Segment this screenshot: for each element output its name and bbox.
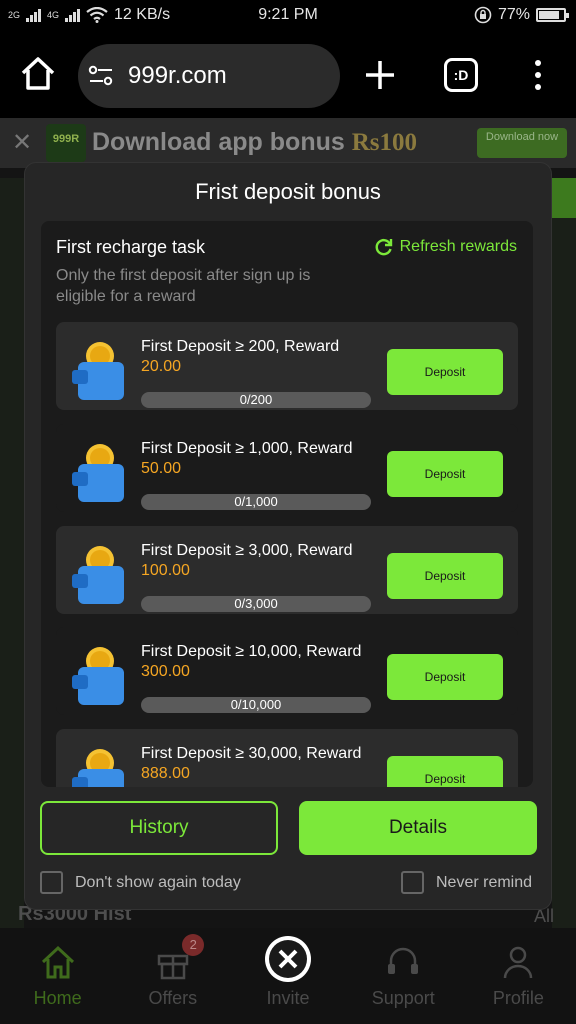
download-banner: ✕ 999R Download app bonus Rs100 Download… [0,118,576,168]
nav-label: Home [33,988,82,1008]
app-logo: 999R [46,124,86,162]
nav-home[interactable]: Home [0,928,115,1024]
task-title: First Deposit ≥ 10,000, Reward [141,643,362,660]
first-deposit-modal: Frist deposit bonus First recharge task … [24,162,552,910]
progress-bar: 0/200 [141,392,371,408]
wallet-coin-icon [72,749,124,787]
task-reward: 50.00 [141,460,182,477]
close-circle-icon[interactable] [265,936,311,982]
task-reward: 20.00 [141,358,182,375]
nav-label: Support [371,988,435,1008]
new-tab-plus-icon[interactable] [363,58,397,92]
status-right: 77% [474,6,569,24]
status-bar: 2G 4G 12 KB/s 9:21 PM 77% [0,0,576,32]
progress-bar: 0/3,000 [141,596,371,612]
tab-switcher-button[interactable]: :D [444,58,478,92]
details-button[interactable]: Details [299,801,537,855]
wallet-coin-icon [72,546,124,604]
dont-show-again-option[interactable]: Don't show again today [40,871,241,894]
home-icon[interactable] [18,54,58,94]
offers-badge: 2 [182,934,205,956]
background-content-left [0,178,24,958]
progress-bar: 0/10,000 [141,697,371,713]
banner-amount: Rs100 [351,129,418,156]
deposit-button[interactable]: Deposit [387,451,503,497]
nav-invite[interactable]: Invite [230,928,345,1024]
url-text: 999r.com [128,62,227,89]
nav-label: Profile [492,988,544,1008]
nav-support[interactable]: Support [346,928,461,1024]
task-description: Only the first deposit after sign up is … [56,267,311,305]
never-remind-option[interactable]: Never remind [401,871,532,894]
task-title: First Deposit ≥ 30,000, Reward [141,745,362,762]
banner-text: Download app bonus Rs100 [92,128,417,157]
task-panel[interactable]: First recharge task Refresh rewards Only… [41,221,533,787]
background-content-right [552,178,576,958]
task-card: First Deposit ≥ 3,000, Reward 100.00 0/3… [56,526,518,614]
browser-toolbar: 999r.com :D [0,32,576,118]
wallet-coin-icon [72,342,124,400]
deposit-button[interactable]: Deposit [387,553,503,599]
deposit-button[interactable]: Deposit [387,349,503,395]
nav-profile[interactable]: Profile [461,928,576,1024]
task-title: First Deposit ≥ 200, Reward [141,338,340,355]
task-card: First Deposit ≥ 30,000, Reward 888.00 De… [56,729,518,787]
nav-offers[interactable]: 2 Offers [115,928,230,1024]
task-title: First recharge task [56,237,206,257]
refresh-icon [375,239,392,256]
background-dropdown [552,178,576,218]
banner-close-icon[interactable]: ✕ [12,128,32,157]
person-icon [504,946,533,979]
task-card: First Deposit ≥ 1,000, Reward 50.00 0/1,… [56,424,518,512]
modal-title: Frist deposit bonus [195,179,381,204]
refresh-rewards-button[interactable]: Refresh rewards [374,237,517,257]
headset-icon [388,947,419,974]
nav-label: Offers [148,988,198,1008]
banner-download-button[interactable]: Download now [477,128,567,158]
task-title: First Deposit ≥ 3,000, Reward [141,542,353,559]
deposit-button[interactable]: Deposit [387,654,503,700]
task-reward: 100.00 [141,562,190,579]
never-remind-checkbox[interactable] [401,871,424,894]
task-card: First Deposit ≥ 200, Reward 20.00 0/200 … [56,322,518,410]
refresh-label: Refresh rewards [399,238,517,255]
deposit-button[interactable]: Deposit [387,756,503,787]
battery-percent: 77% [497,6,530,23]
task-reward: 888.00 [141,765,190,782]
address-bar[interactable]: 999r.com [78,44,340,108]
browser-menu-icon[interactable] [528,58,548,92]
battery-icon [536,8,569,22]
wallet-coin-icon [72,647,124,705]
dont-show-label: Don't show again today [75,873,241,891]
dont-show-checkbox[interactable] [40,871,63,894]
task-reward: 300.00 [141,663,190,680]
wallet-coin-icon [72,444,124,502]
bottom-nav: Home 2 Offers Invite Support Profile [0,928,576,1024]
rotation-lock-icon [474,6,492,24]
banner-text-main: Download app bonus [92,128,352,156]
home-icon [41,945,74,979]
history-button[interactable]: History [40,801,278,855]
never-remind-label: Never remind [436,873,533,891]
task-title: First Deposit ≥ 1,000, Reward [141,440,353,457]
nav-label: Invite [266,988,310,1008]
site-settings-icon[interactable] [88,65,114,87]
progress-bar: 0/1,000 [141,494,371,510]
task-card: First Deposit ≥ 10,000, Reward 300.00 0/… [56,627,518,715]
